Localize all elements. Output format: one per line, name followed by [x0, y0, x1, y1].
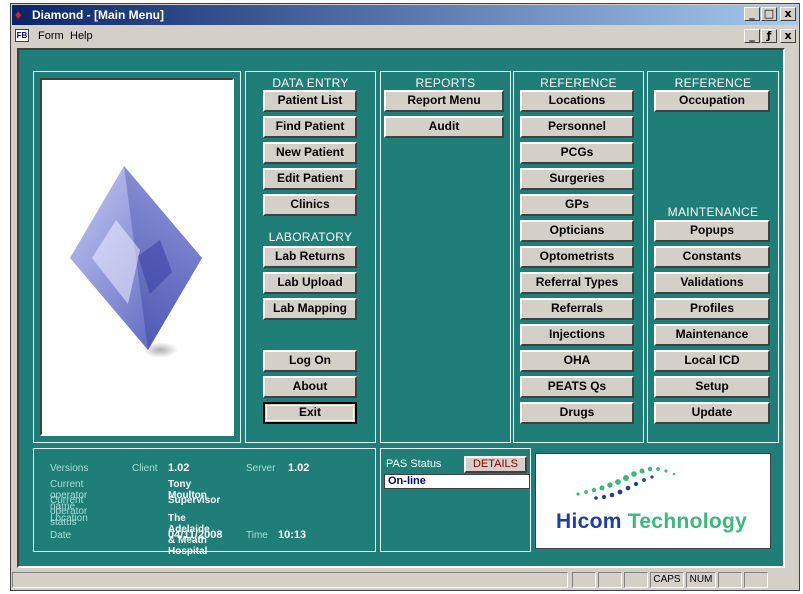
logo-text: Hicom Technology — [556, 510, 747, 534]
constants-button[interactable]: Constants — [654, 246, 770, 268]
popups-button[interactable]: Popups — [654, 220, 770, 242]
reports-title: REPORTS — [415, 76, 476, 90]
mdi-minimize-button[interactable]: _ — [744, 29, 760, 43]
location-label: Location — [50, 513, 88, 524]
referral-types-button[interactable]: Referral Types — [520, 272, 634, 294]
menu-form[interactable]: Form — [38, 30, 64, 42]
log-on-button[interactable]: Log On — [263, 350, 357, 372]
details-button[interactable]: DETAILS — [464, 456, 527, 473]
lab-mapping-button[interactable]: Lab Mapping — [263, 298, 357, 320]
dots-logo-icon — [576, 466, 676, 500]
mdi-controls: _ ƒ x — [744, 29, 796, 43]
pas-panel: PAS Status DETAILS On-line — [380, 448, 531, 552]
about-button[interactable]: About — [263, 376, 357, 398]
main-menu-form: DATA ENTRY Patient List Find Patient New… — [17, 48, 785, 568]
diamond-logo-icon — [70, 166, 202, 358]
num-indicator: NUM — [686, 572, 716, 588]
app-icon: ♦ — [15, 7, 22, 22]
caps-indicator: CAPS — [650, 572, 684, 588]
status-message — [12, 572, 568, 588]
minimize-button[interactable]: _ — [744, 7, 760, 21]
local-icd-button[interactable]: Local ICD — [654, 350, 770, 372]
menu-bar: FB Form Help _ ƒ x — [12, 26, 798, 46]
status-cell-2 — [598, 572, 622, 588]
reference-title: REFERENCE — [540, 76, 617, 90]
maximize-button[interactable]: □ — [761, 7, 777, 21]
peats-qs-button[interactable]: PEATS Qs — [520, 376, 634, 398]
data-entry-panel: DATA ENTRY Patient List Find Patient New… — [245, 71, 376, 443]
locations-button[interactable]: Locations — [520, 90, 634, 112]
pcgs-button[interactable]: PCGs — [520, 142, 634, 164]
time-value: 10:13 — [278, 529, 307, 541]
new-patient-button[interactable]: New Patient — [263, 142, 357, 164]
logo-text-hicom: Hicom — [556, 510, 622, 533]
report-menu-button[interactable]: Report Menu — [384, 90, 504, 112]
setup-button[interactable]: Setup — [654, 376, 770, 398]
status-cell-3 — [624, 572, 648, 588]
window-controls: _ □ x — [744, 7, 796, 21]
hicom-logo: Hicom Technology — [535, 453, 771, 549]
exit-button[interactable]: Exit — [263, 402, 357, 424]
lab-upload-button[interactable]: Lab Upload — [263, 272, 357, 294]
reference-panel: REFERENCE Locations Personnel PCGs Surge… — [513, 71, 644, 443]
server-label: Server — [246, 463, 276, 474]
validations-button[interactable]: Validations — [654, 272, 770, 294]
drugs-button[interactable]: Drugs — [520, 402, 634, 424]
edit-patient-button[interactable]: Edit Patient — [263, 168, 357, 190]
menu-help[interactable]: Help — [70, 30, 93, 42]
logo-text-technology: Technology — [627, 510, 748, 533]
audit-button[interactable]: Audit — [384, 116, 504, 138]
server-version: 1.02 — [288, 462, 310, 474]
oha-button[interactable]: OHA — [520, 350, 634, 372]
image-panel — [33, 71, 241, 443]
close-button[interactable]: x — [780, 7, 796, 21]
time-label: Time — [246, 530, 268, 541]
mdi-close-button[interactable]: x — [780, 29, 796, 43]
lab-returns-button[interactable]: Lab Returns — [263, 246, 357, 268]
laboratory-title: LABORATORY — [268, 230, 353, 244]
gps-button[interactable]: GPs — [520, 194, 634, 216]
pas-status-value: On-line — [384, 474, 530, 489]
info-panel: Versions Client 1.02 Server 1.02 Current… — [33, 448, 376, 557]
personnel-button[interactable]: Personnel — [520, 116, 634, 138]
reports-panel: REPORTS Report Menu Audit — [380, 71, 511, 443]
diamond-image — [40, 78, 234, 436]
find-patient-button[interactable]: Find Patient — [263, 116, 357, 138]
date-value: 04/11/2008 — [168, 529, 223, 541]
reference2-title: REFERENCE — [674, 76, 752, 90]
window-title: Diamond - [Main Menu] — [32, 8, 164, 22]
surgeries-button[interactable]: Surgeries — [520, 168, 634, 190]
status-cell-4 — [718, 572, 742, 588]
status-cell-1 — [572, 572, 596, 588]
injections-button[interactable]: Injections — [520, 324, 634, 346]
maintenance-button[interactable]: Maintenance — [654, 324, 770, 346]
opticians-button[interactable]: Opticians — [520, 220, 634, 242]
pas-status-label: PAS Status — [386, 458, 442, 470]
optometrists-button[interactable]: Optometrists — [520, 246, 634, 268]
operator-status: Supervisor — [168, 495, 221, 506]
client-version: 1.02 — [168, 462, 190, 474]
data-entry-title: DATA ENTRY — [272, 76, 349, 90]
status-cell-5 — [744, 572, 768, 588]
profiles-button[interactable]: Profiles — [654, 298, 770, 320]
client-label: Client — [132, 463, 158, 474]
app-window: ♦ Diamond - [Main Menu] _ □ x FB Form He… — [10, 3, 800, 591]
maintenance-panel: REFERENCE Occupation MAINTENANCE Popups … — [647, 71, 779, 443]
date-label: Date — [50, 530, 72, 541]
title-bar[interactable]: ♦ Diamond - [Main Menu] _ □ x — [12, 5, 798, 25]
clinics-button[interactable]: Clinics — [263, 194, 357, 216]
maintenance-title: MAINTENANCE — [667, 205, 759, 219]
occupation-button[interactable]: Occupation — [654, 90, 770, 112]
referrals-button[interactable]: Referrals — [520, 298, 634, 320]
versions-label: Versions — [50, 463, 89, 474]
mdi-restore-button[interactable]: ƒ — [761, 29, 777, 43]
patient-list-button[interactable]: Patient List — [263, 90, 357, 112]
update-button[interactable]: Update — [654, 402, 770, 424]
form-icon[interactable]: FB — [15, 29, 29, 42]
status-bar: CAPS NUM — [12, 571, 798, 589]
